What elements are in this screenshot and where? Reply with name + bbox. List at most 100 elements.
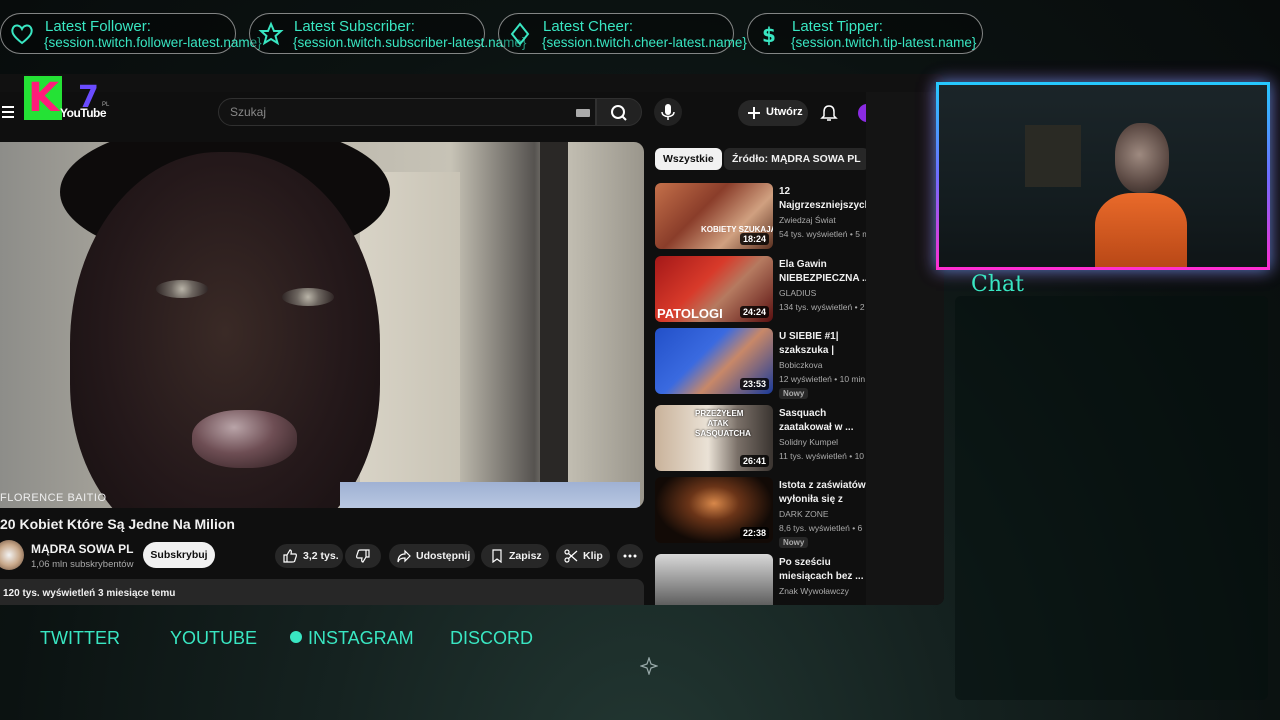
channel-subscriber-count: 1,06 mln subskrybentów xyxy=(31,559,134,570)
thumbs-down-icon xyxy=(356,549,370,563)
alert-value: {session.twitch.cheer-latest.name} xyxy=(542,35,747,50)
save-button[interactable]: Zapisz xyxy=(481,544,549,568)
alert-value: {session.twitch.subscriber-latest.name} xyxy=(293,35,527,50)
menu-icon[interactable] xyxy=(2,106,14,118)
video-duration: 18:24 xyxy=(739,233,769,245)
scissors-icon xyxy=(564,549,578,563)
social-label: DISCORD xyxy=(450,628,534,648)
recommendation-title: Sasquach zaatakował w ... xyxy=(779,408,854,433)
voice-search-button[interactable] xyxy=(654,98,682,126)
search-placeholder: Szukaj xyxy=(230,105,267,119)
recommendation-channel: GLADIUS xyxy=(779,288,817,298)
recommendation-channel: Zwiedzaj Świat xyxy=(779,215,836,225)
channel-name[interactable]: MĄDRA SOWA PL xyxy=(31,542,133,556)
recommendation-item[interactable]: 23:53 U SIEBIE #1| szakszuka | makijaż B… xyxy=(655,328,866,399)
webcam-frame xyxy=(936,82,1270,270)
video-duration: 24:24 xyxy=(739,306,769,318)
social-label: YOUTUBE xyxy=(170,628,258,648)
bookmark-icon xyxy=(492,549,502,563)
recommendation-stats: 54 tys. wyświetleń • 5 m xyxy=(779,229,866,239)
video-thumbnail: PATOLOGI 24:24 xyxy=(655,256,773,322)
recommendation-item[interactable]: PATOLOGI 24:24 Ela Gawin NIEBEZPIECZNA .… xyxy=(655,256,866,322)
alert-label: Latest Subscriber: xyxy=(294,18,415,35)
new-badge: Nowy xyxy=(779,537,809,548)
alert-label: Latest Tipper: xyxy=(792,18,883,35)
clip-label: Klip xyxy=(583,550,603,562)
thumbnail-text: PRZEŻYŁEM ATAK SASQUATCHA xyxy=(695,409,751,438)
moon-icon xyxy=(435,632,440,642)
video-background-frame xyxy=(540,142,568,508)
video-thumbnail: 22:38 xyxy=(655,477,773,543)
star-icon xyxy=(258,21,284,46)
video-thumbnail: PRZEŻYŁEM ATAK SASQUATCHA 26:41 xyxy=(655,405,773,471)
moon-icon xyxy=(26,632,31,642)
video-description[interactable]: 120 tys. wyświetleń 3 miesiące temu xyxy=(0,579,644,605)
like-count: 3,2 tys. xyxy=(303,550,339,562)
recommendation-stats: 134 tys. wyświetleń • 2 xyxy=(779,302,865,312)
create-button[interactable]: Utwórz xyxy=(738,100,808,126)
search-icon xyxy=(611,105,627,121)
video-duration: 26:41 xyxy=(739,455,769,467)
dollar-icon: $ xyxy=(762,23,776,47)
social-label: TWITTER xyxy=(40,628,120,648)
video-subject-eye xyxy=(282,288,334,306)
description-stats: 120 tys. wyświetleń 3 miesiące temu xyxy=(3,588,176,599)
recommendation-title: Istota z zaświatów wyłoniła się z lustra xyxy=(779,480,866,505)
microphone-icon xyxy=(661,104,675,120)
like-button[interactable]: 3,2 tys. xyxy=(275,544,343,568)
social-instagram[interactable]: INSTAGRAM xyxy=(290,628,414,649)
streamer-head xyxy=(1115,123,1169,193)
video-thumbnail xyxy=(655,554,773,605)
more-actions-button[interactable] xyxy=(617,544,643,568)
recommendation-stats: 12 wyświetleń • 10 min xyxy=(779,374,866,384)
latest-subscriber-alert: Latest Subscriber: {session.twitch.subsc… xyxy=(249,13,526,54)
save-label: Zapisz xyxy=(509,550,542,562)
latest-cheer-alert: Latest Cheer: {session.twitch.cheer-late… xyxy=(498,13,747,54)
subscribe-button[interactable]: Subskrybuj xyxy=(143,542,215,568)
chat-panel xyxy=(955,296,1268,700)
video-player[interactable]: FLORENCE BAITIO xyxy=(0,142,644,508)
heart-icon xyxy=(11,24,33,45)
notifications-bell-icon[interactable] xyxy=(820,104,838,122)
chip-source[interactable]: Źródło: MĄDRA SOWA PL xyxy=(724,148,866,170)
search-button[interactable] xyxy=(596,98,642,126)
share-label: Udostępnij xyxy=(416,550,471,562)
social-youtube[interactable]: YOUTUBE xyxy=(152,628,257,649)
video-subject-lips xyxy=(192,410,297,468)
recommendation-channel: DARK ZONE xyxy=(779,509,829,519)
webcam-background xyxy=(1025,125,1081,187)
sparkle-icon xyxy=(640,657,658,675)
browser-side-area xyxy=(866,92,944,605)
video-thumbnail: KOBIETY SZUKAJĄCE MĘŻCZ 18:24 xyxy=(655,183,773,249)
alert-value: {session.twitch.tip-latest.name} xyxy=(791,35,977,50)
recommendation-item[interactable]: KOBIETY SZUKAJĄCE MĘŻCZ 18:24 12 Najgrze… xyxy=(655,183,866,249)
social-twitter[interactable]: TWITTER xyxy=(22,628,120,649)
video-subject-collar xyxy=(340,482,640,508)
social-discord[interactable]: DISCORD xyxy=(432,628,533,649)
video-watermark: FLORENCE BAITIO xyxy=(0,492,107,504)
video-title: 20 Kobiet Które Są Jedne Na Milion xyxy=(0,516,235,532)
streamer-shirt xyxy=(1095,193,1187,267)
channel-avatar[interactable] xyxy=(0,540,24,570)
share-icon xyxy=(397,549,411,563)
dislike-button[interactable] xyxy=(345,544,381,568)
youtube-window: Szukaj Utwórz FLORENCE BAITIO 20 Kobiet … xyxy=(0,74,944,605)
recommendation-title: Po sześciu miesiącach bez ... xyxy=(779,557,864,582)
recommendation-item[interactable]: Po sześciu miesiącach bez ... Znak Wywoł… xyxy=(655,554,866,605)
logo-k-letter: K xyxy=(28,75,59,121)
recommendation-stats: 8,6 tys. wyświetleń • 6 xyxy=(779,523,863,533)
recommendation-title: U SIEBIE #1| szakszuka | makijaż xyxy=(779,331,839,356)
youtube-logo[interactable]: YouTube xyxy=(60,106,107,120)
share-button[interactable]: Udostępnij xyxy=(389,544,475,568)
recommendation-item[interactable]: PRZEŻYŁEM ATAK SASQUATCHA 26:41 Sasquach… xyxy=(655,405,866,471)
chip-all[interactable]: Wszystkie xyxy=(655,148,722,170)
new-badge: Nowy xyxy=(779,388,809,399)
clip-button[interactable]: Klip xyxy=(556,544,610,568)
search-input[interactable]: Szukaj xyxy=(218,98,596,126)
recommendation-item[interactable]: 22:38 Istota z zaświatów wyłoniła się z … xyxy=(655,477,866,548)
svg-text:$: $ xyxy=(762,23,776,47)
keyboard-icon[interactable] xyxy=(576,109,590,117)
create-label: Utwórz xyxy=(766,106,803,118)
recommendation-channel: Znak Wywoławczy xyxy=(779,586,849,596)
account-avatar[interactable] xyxy=(858,104,866,122)
